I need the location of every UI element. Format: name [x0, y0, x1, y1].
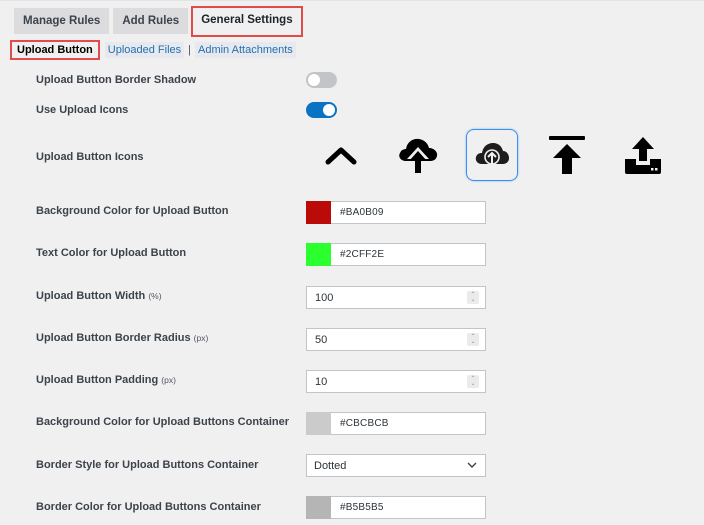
cloud-upload-arrow-icon — [399, 138, 438, 173]
border-radius-value: 50 — [315, 334, 328, 346]
subnav-separator: | — [188, 44, 191, 56]
cloud-upload-circle-icon — [475, 143, 509, 168]
text-color-field[interactable]: #2CFF2E — [306, 243, 486, 266]
border-shadow-label: Upload Button Border Shadow — [36, 74, 197, 86]
sub-navigation: Upload Button Uploaded Files | Admin Att… — [10, 40, 296, 60]
container-border-style-select[interactable]: Dotted — [306, 454, 486, 477]
container-border-style-label: Border Style for Upload Buttons Containe… — [36, 459, 259, 471]
tab-bar: Manage Rules Add Rules General Settings — [14, 6, 303, 37]
button-width-input[interactable]: 100 ⌃ ⌄ — [306, 286, 486, 309]
icon-option-upload-tray[interactable] — [617, 129, 669, 181]
subnav-upload-button[interactable]: Upload Button — [10, 40, 100, 60]
button-padding-label: Upload Button Padding (px) — [36, 374, 176, 386]
bg-color-swatch[interactable] — [306, 201, 331, 224]
use-icons-label: Use Upload Icons — [36, 104, 129, 116]
subnav-uploaded-files[interactable]: Uploaded Files — [104, 42, 185, 58]
bg-color-field[interactable]: #BA0B09 — [306, 201, 486, 224]
button-padding-unit: (px) — [161, 375, 176, 385]
use-icons-toggle[interactable] — [306, 102, 337, 118]
button-width-label: Upload Button Width (%) — [36, 290, 162, 302]
border-shadow-toggle[interactable] — [306, 72, 337, 88]
container-bg-color-field[interactable]: #CBCBCB — [306, 412, 486, 435]
upload-icons-label: Upload Button Icons — [36, 151, 144, 163]
icon-option-cloud-upload-arrow[interactable] — [392, 129, 444, 181]
tab-manage-rules[interactable]: Manage Rules — [14, 8, 110, 34]
subnav-admin-attachments[interactable]: Admin Attachments — [195, 42, 296, 58]
border-radius-unit: (px) — [193, 333, 209, 343]
icon-option-cloud-upload-circle[interactable] — [466, 129, 518, 181]
border-radius-label: Upload Button Border Radius (px) — [36, 332, 208, 344]
button-padding-value: 10 — [315, 376, 328, 388]
toggle-knob — [308, 74, 320, 86]
icon-option-chevron-up[interactable] — [315, 129, 367, 181]
container-border-color-field[interactable]: #B5B5B5 — [306, 496, 486, 519]
container-border-color-swatch[interactable] — [306, 496, 331, 519]
text-color-swatch[interactable] — [306, 243, 331, 266]
tab-add-rules[interactable]: Add Rules — [113, 8, 189, 34]
button-padding-input[interactable]: 10 ⌃ ⌄ — [306, 370, 486, 393]
button-width-label-text: Upload Button Width — [36, 290, 146, 302]
container-border-color-value: #B5B5B5 — [340, 502, 384, 513]
button-width-value: 100 — [315, 292, 334, 304]
text-color-label: Text Color for Upload Button — [36, 247, 187, 259]
button-width-unit: (%) — [148, 291, 162, 301]
container-bg-color-value: #CBCBCB — [340, 418, 389, 429]
container-border-style-value: Dotted — [314, 460, 347, 472]
border-radius-label-text: Upload Button Border Radius — [36, 332, 191, 344]
text-color-value: #2CFF2E — [340, 249, 385, 260]
button-width-spinner[interactable]: ⌃ ⌄ — [467, 291, 479, 304]
toggle-knob — [323, 104, 335, 116]
icon-option-upload-to-top[interactable] — [541, 129, 593, 181]
container-border-color-label: Border Color for Upload Buttons Containe… — [36, 501, 261, 513]
upload-icon-picker — [310, 129, 690, 181]
chevron-down-icon — [467, 462, 477, 468]
bg-color-value: #BA0B09 — [340, 207, 384, 218]
button-padding-label-text: Upload Button Padding — [36, 374, 159, 386]
bg-color-label: Background Color for Upload Button — [36, 205, 229, 217]
chevron-up-icon — [325, 147, 357, 165]
upload-to-top-icon — [549, 136, 585, 174]
button-padding-spinner[interactable]: ⌃ ⌄ — [467, 375, 479, 388]
border-radius-input[interactable]: 50 ⌃ ⌄ — [306, 328, 486, 351]
container-bg-color-label: Background Color for Upload Buttons Cont… — [36, 416, 289, 428]
container-bg-color-swatch[interactable] — [306, 412, 331, 435]
border-radius-spinner[interactable]: ⌃ ⌄ — [467, 333, 479, 346]
upload-tray-icon — [625, 137, 661, 174]
tab-general-settings[interactable]: General Settings — [191, 6, 303, 37]
